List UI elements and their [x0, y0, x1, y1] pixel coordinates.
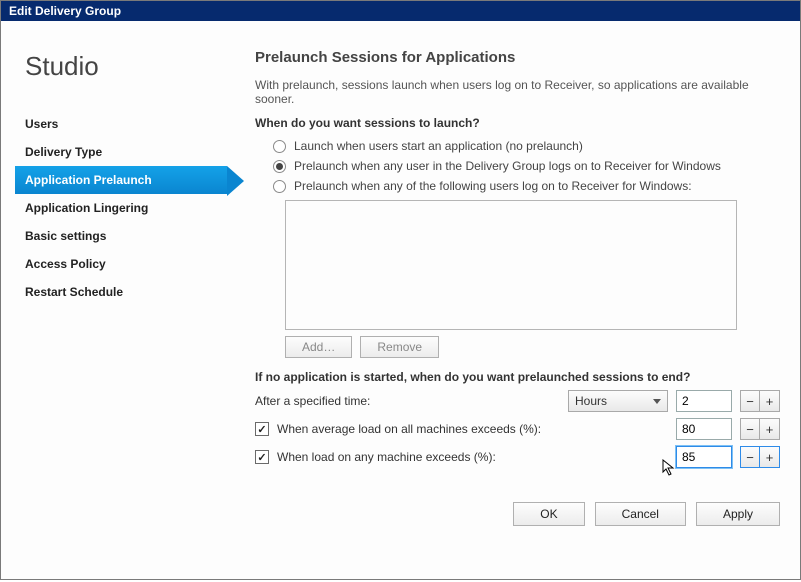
- main-panel: Prelaunch Sessions for Applications With…: [233, 41, 786, 565]
- page-heading: Prelaunch Sessions for Applications: [255, 49, 780, 66]
- after-time-label: After a specified time:: [255, 394, 370, 408]
- time-unit-select[interactable]: Hours: [568, 390, 668, 412]
- ok-button[interactable]: OK: [513, 502, 584, 526]
- increment-button[interactable]: +: [760, 390, 780, 412]
- time-value-input[interactable]: [676, 390, 732, 412]
- list-buttons: Add… Remove: [285, 336, 780, 358]
- radio-any-user[interactable]: Prelaunch when any user in the Delivery …: [255, 156, 780, 176]
- time-value-spinner: − +: [740, 390, 780, 412]
- sidebar-item-label: Application Lingering: [25, 201, 148, 215]
- sidebar-item-restart-schedule[interactable]: Restart Schedule: [15, 278, 227, 306]
- decrement-button[interactable]: −: [740, 418, 760, 440]
- sidebar-item-access-policy[interactable]: Access Policy: [15, 250, 227, 278]
- avg-load-row: When average load on all machines exceed…: [255, 418, 780, 440]
- any-load-spinner: − +: [740, 446, 780, 468]
- radio-specific-users[interactable]: Prelaunch when any of the following user…: [255, 176, 780, 196]
- radio-icon: [273, 140, 286, 153]
- sidebar-item-application-prelaunch[interactable]: Application Prelaunch: [15, 166, 227, 194]
- apply-button[interactable]: Apply: [696, 502, 780, 526]
- increment-button[interactable]: +: [760, 418, 780, 440]
- brand-title: Studio: [15, 41, 227, 110]
- nav-list: Users Delivery Type Application Prelaunc…: [15, 110, 227, 306]
- increment-button[interactable]: +: [760, 446, 780, 468]
- sidebar-item-label: Restart Schedule: [25, 285, 123, 299]
- page-description: With prelaunch, sessions launch when use…: [255, 78, 780, 106]
- add-button[interactable]: Add…: [285, 336, 352, 358]
- any-load-checkbox[interactable]: [255, 450, 269, 464]
- sidebar-item-application-lingering[interactable]: Application Lingering: [15, 194, 227, 222]
- radio-label: Launch when users start an application (…: [294, 139, 583, 153]
- title-bar: Edit Delivery Group: [1, 1, 800, 21]
- sidebar-item-delivery-type[interactable]: Delivery Type: [15, 138, 227, 166]
- remove-button[interactable]: Remove: [360, 336, 439, 358]
- radio-icon: [273, 160, 286, 173]
- window-title: Edit Delivery Group: [9, 4, 121, 18]
- radio-no-prelaunch[interactable]: Launch when users start an application (…: [255, 136, 780, 156]
- any-load-label: When load on any machine exceeds (%):: [277, 450, 496, 464]
- sidebar-item-label: Access Policy: [25, 257, 106, 271]
- after-time-row: After a specified time: Hours − +: [255, 390, 780, 412]
- radio-label: Prelaunch when any of the following user…: [294, 179, 692, 193]
- end-question: If no application is started, when do yo…: [255, 370, 780, 384]
- cancel-button[interactable]: Cancel: [595, 502, 686, 526]
- decrement-button[interactable]: −: [740, 446, 760, 468]
- dialog-footer: OK Cancel Apply: [255, 474, 780, 526]
- radio-icon: [273, 180, 286, 193]
- decrement-button[interactable]: −: [740, 390, 760, 412]
- sidebar-item-users[interactable]: Users: [15, 110, 227, 138]
- window-body: Studio Users Delivery Type Application P…: [1, 21, 800, 579]
- sidebar-item-basic-settings[interactable]: Basic settings: [15, 222, 227, 250]
- sidebar-item-label: Delivery Type: [25, 145, 102, 159]
- sidebar-item-label: Basic settings: [25, 229, 106, 243]
- select-value: Hours: [575, 394, 607, 408]
- users-listbox[interactable]: [285, 200, 737, 330]
- radio-label: Prelaunch when any user in the Delivery …: [294, 159, 721, 173]
- launch-question: When do you want sessions to launch?: [255, 116, 780, 130]
- sidebar: Studio Users Delivery Type Application P…: [15, 41, 227, 565]
- sidebar-item-label: Users: [25, 117, 58, 131]
- chevron-down-icon: [653, 399, 661, 404]
- avg-load-checkbox[interactable]: [255, 422, 269, 436]
- any-load-row: When load on any machine exceeds (%): − …: [255, 446, 780, 468]
- any-load-input[interactable]: [676, 446, 732, 468]
- avg-load-spinner: − +: [740, 418, 780, 440]
- avg-load-label: When average load on all machines exceed…: [277, 422, 541, 436]
- sidebar-item-label: Application Prelaunch: [25, 173, 152, 187]
- window: Edit Delivery Group Studio Users Deliver…: [0, 0, 801, 580]
- avg-load-input[interactable]: [676, 418, 732, 440]
